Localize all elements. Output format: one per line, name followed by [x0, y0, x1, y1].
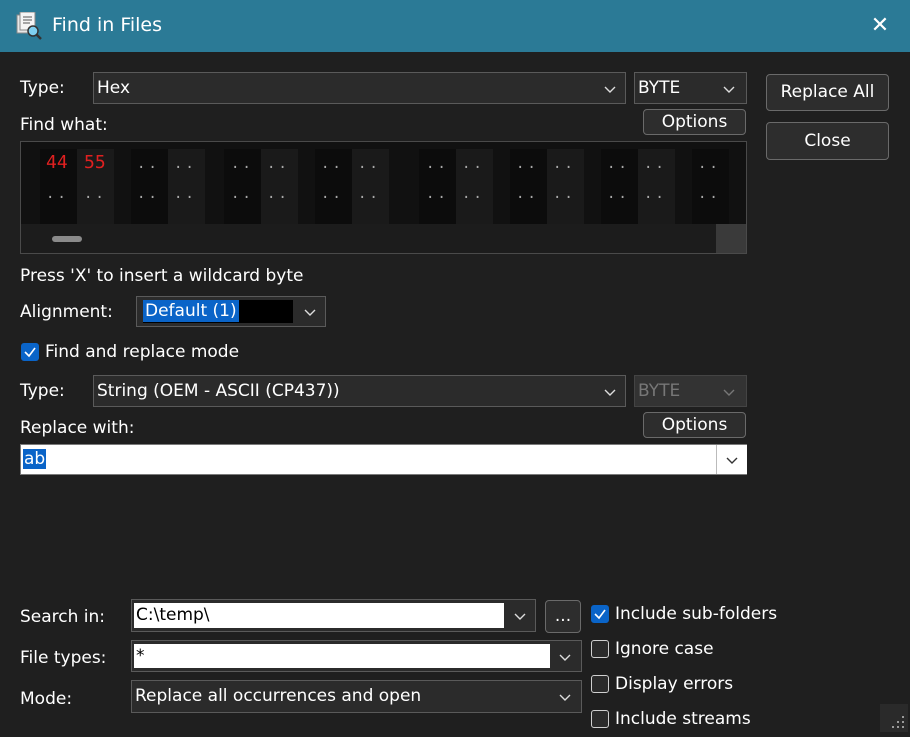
- find-in-files-icon: [15, 11, 43, 40]
- chevron-down-icon: [723, 86, 735, 93]
- chevron-down-icon: [559, 654, 571, 661]
- find-options-button[interactable]: Options: [643, 109, 746, 135]
- checkmark-icon: [594, 609, 606, 620]
- chevron-down-icon: [604, 389, 616, 396]
- browse-folder-button[interactable]: ...: [545, 600, 581, 633]
- window-title: Find in Files: [52, 14, 163, 36]
- scrollbar-corner: [716, 224, 746, 253]
- search-in-label: Search in:: [20, 607, 106, 627]
- include-streams-label: Include streams: [615, 709, 751, 729]
- checkmark-icon: [24, 347, 36, 358]
- include-streams-checkbox[interactable]: [591, 710, 609, 728]
- chevron-down-icon: [604, 86, 616, 93]
- display-errors-label: Display errors: [615, 674, 734, 694]
- replace-type-select[interactable]: String (OEM - ASCII (CP437)): [93, 375, 626, 407]
- chevron-down-icon: [723, 389, 735, 396]
- replace-with-input[interactable]: ab: [20, 444, 747, 475]
- file-types-value: *: [136, 646, 145, 666]
- mode-label: Mode:: [20, 689, 73, 709]
- find-type-select[interactable]: Hex: [93, 72, 626, 104]
- replace-with-value: ab: [23, 449, 47, 469]
- replace-width-select: BYTE: [634, 375, 747, 407]
- search-in-select[interactable]: C:\temp\: [131, 599, 536, 632]
- find-what-label: Find what:: [20, 115, 108, 135]
- replace-all-button[interactable]: Replace All: [766, 74, 889, 111]
- resize-grip-icon: [892, 716, 904, 728]
- find-type-label: Type:: [20, 78, 65, 98]
- scrollbar-thumb[interactable]: [52, 236, 82, 242]
- search-in-value: C:\temp\: [136, 605, 210, 625]
- include-subfolders-checkbox[interactable]: [591, 605, 609, 623]
- chevron-down-icon: [726, 457, 738, 464]
- chevron-down-icon: [514, 613, 526, 620]
- chevron-down-icon: [559, 694, 571, 701]
- replace-type-label: Type:: [20, 381, 65, 401]
- display-errors-checkbox[interactable]: [591, 675, 609, 693]
- mode-select[interactable]: Replace all occurrences and open: [131, 680, 582, 713]
- find-width-value: BYTE: [638, 78, 681, 98]
- wildcard-hint: Press 'X' to insert a wildcard byte: [20, 266, 304, 286]
- replace-options-button[interactable]: Options: [643, 412, 746, 438]
- alignment-label: Alignment:: [20, 302, 113, 322]
- ignore-case-label: Ignore case: [615, 639, 714, 659]
- chevron-down-icon: [304, 309, 316, 316]
- find-width-select[interactable]: BYTE: [634, 72, 747, 104]
- ignore-case-checkbox[interactable]: [591, 640, 609, 658]
- file-types-label: File types:: [20, 648, 107, 668]
- close-window-icon[interactable]: ✕: [866, 12, 894, 40]
- include-subfolders-label: Include sub-folders: [615, 604, 778, 624]
- alignment-select[interactable]: Default (1): [136, 296, 326, 327]
- close-button[interactable]: Close: [766, 122, 889, 160]
- replace-type-value: String (OEM - ASCII (CP437)): [97, 381, 340, 401]
- replace-width-value: BYTE: [638, 381, 681, 401]
- hex-byte: 55: [84, 152, 106, 173]
- replace-with-label: Replace with:: [20, 418, 135, 438]
- file-types-select[interactable]: *: [131, 640, 582, 672]
- alignment-value: Default (1): [143, 300, 239, 322]
- hex-byte: 44: [46, 152, 68, 173]
- replace-mode-label: Find and replace mode: [45, 342, 240, 362]
- mode-value: Replace all occurrences and open: [135, 686, 422, 706]
- resize-grip[interactable]: [880, 704, 908, 732]
- replace-mode-checkbox[interactable]: [21, 343, 39, 361]
- hex-pattern-editor[interactable]: 44 55 .... .... .... .... .... .... .. .…: [20, 141, 747, 254]
- find-type-value: Hex: [97, 78, 131, 98]
- horizontal-scrollbar[interactable]: [21, 224, 716, 253]
- replace-history-dropdown[interactable]: [716, 445, 747, 474]
